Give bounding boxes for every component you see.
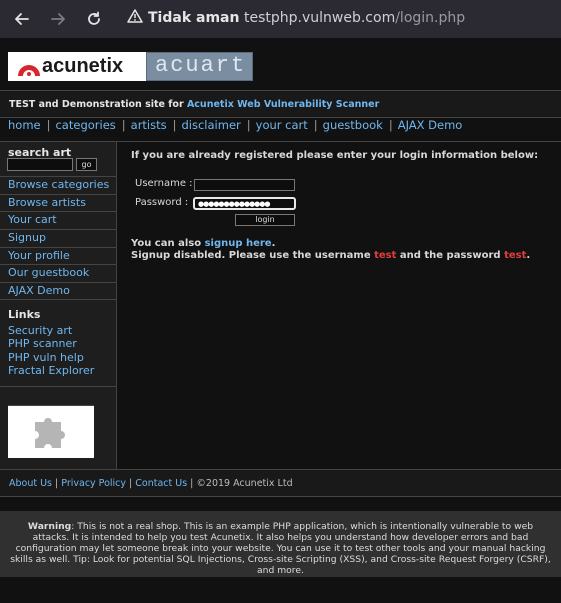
warning-box: Warning: This is not a real shop. This i…	[0, 511, 561, 577]
sidebar-item-signup[interactable]: Signup	[0, 229, 117, 246]
acunetix-logo: acunetix	[8, 52, 146, 81]
footer-about-link[interactable]: About Us	[9, 478, 52, 489]
hint-username: test	[374, 250, 397, 261]
warning-title: Warning	[27, 521, 72, 532]
site-logo[interactable]: acunetix acuart	[8, 52, 253, 81]
arrow-left-icon[interactable]	[13, 10, 31, 28]
signup-line: You can also signup here.	[131, 238, 275, 249]
browser-toolbar: Tidak aman testphp.vulnweb.com/login.php	[0, 0, 561, 38]
url-host: testphp.vulnweb.com	[244, 10, 396, 26]
link-fractal-explorer[interactable]: Fractal Explorer	[8, 364, 94, 377]
url-path: /login.php	[395, 10, 466, 26]
nav-categories[interactable]: categories	[55, 118, 115, 132]
address-bar[interactable]: testphp.vulnweb.com/login.php	[244, 10, 465, 26]
nav-guestbook[interactable]: guestbook	[323, 118, 383, 132]
plugin-placeholder	[8, 405, 94, 458]
signup-text: You can also	[131, 238, 205, 249]
footer-contact-link[interactable]: Contact Us	[135, 478, 187, 489]
signup-link[interactable]: signup here	[205, 238, 272, 249]
nav-your-cart[interactable]: your cart	[256, 118, 308, 132]
note-text: Signup disabled. Please use the username	[131, 250, 375, 261]
acunetix-mark-icon	[18, 65, 40, 76]
page: acunetix acuart TEST and Demonstration s…	[0, 38, 561, 603]
nav-artists[interactable]: artists	[131, 118, 167, 132]
nav-ajax-demo[interactable]: AJAX Demo	[398, 118, 463, 132]
security-indicator[interactable]: Tidak aman	[127, 9, 239, 27]
warning-text: Warning: This is not a real shop. This i…	[10, 521, 551, 576]
sidebar-divider	[0, 386, 117, 387]
search-input[interactable]	[7, 158, 73, 171]
note-text: .	[526, 250, 531, 261]
acuart-logo-text: acuart	[155, 53, 247, 78]
warning-triangle-icon	[127, 9, 143, 27]
sidebar-divider	[0, 299, 117, 300]
acuart-logo: acuart	[146, 52, 253, 81]
acunetix-logo-text: acunetix	[42, 55, 124, 77]
nav-separator: |	[46, 118, 51, 132]
username-label: Username :	[135, 178, 193, 189]
sidebar-item-your-cart[interactable]: Your cart	[0, 211, 117, 228]
password-mask: ●●●●●●●●●●●●●●	[198, 200, 271, 208]
nav-separator: |	[172, 118, 177, 132]
login-button[interactable]: login	[235, 214, 295, 226]
footer-privacy-link[interactable]: Privacy Policy	[61, 478, 126, 489]
sidebar-item-your-profile[interactable]: Your profile	[0, 247, 117, 264]
site-footer: About Us | Privacy Policy | Contact Us |…	[0, 469, 561, 497]
tagline-scanner-link[interactable]: Acunetix Web Vulnerability Scanner	[187, 99, 379, 110]
signup-disabled-note: Signup disabled. Please use the username…	[131, 250, 530, 261]
hint-password: test	[504, 250, 527, 261]
links-title: Links	[8, 308, 41, 321]
reload-icon[interactable]	[85, 10, 103, 28]
login-intro: If you are already registered please ent…	[131, 150, 539, 161]
sidebar-item-our-guestbook[interactable]: Our guestbook	[0, 264, 117, 281]
search-go-button[interactable]: go	[76, 158, 97, 171]
nav-separator: |	[121, 118, 126, 132]
nav-disclaimer[interactable]: disclaimer	[182, 118, 241, 132]
note-text: and the password	[396, 250, 505, 261]
arrow-right-icon[interactable]	[49, 10, 67, 28]
tagline-text: TEST and Demonstration site for	[9, 99, 187, 110]
password-label: Password :	[135, 197, 189, 208]
nav-separator: |	[388, 118, 393, 132]
link-php-vuln-help[interactable]: PHP vuln help	[8, 351, 84, 364]
footer-links: About Us | Privacy Policy | Contact Us |…	[9, 478, 293, 489]
link-php-scanner[interactable]: PHP scanner	[8, 337, 77, 350]
site-tagline-bar: TEST and Demonstration site for Acunetix…	[0, 90, 561, 118]
login-panel: If you are already registered please ent…	[118, 142, 561, 469]
sidebar: search art go Browse categories Browse a…	[0, 142, 117, 469]
nav-separator: |	[313, 118, 318, 132]
password-field[interactable]: ●●●●●●●●●●●●●●	[193, 197, 296, 210]
footer-copyright: ©2019 Acunetix Ltd	[196, 478, 293, 489]
warning-body: : This is not a real shop. This is an ex…	[10, 521, 551, 576]
top-navigation: home | categories | artists | disclaimer | your …	[8, 118, 462, 136]
security-label: Tidak aman	[148, 10, 240, 26]
link-security-art[interactable]: Security art	[8, 324, 72, 337]
nav-home[interactable]: home	[8, 118, 41, 132]
site-tagline: TEST and Demonstration site for Acunetix…	[9, 99, 379, 110]
sidebar-item-ajax-demo[interactable]: AJAX Demo	[0, 282, 117, 299]
nav-separator: |	[246, 118, 251, 132]
puzzle-piece-icon	[35, 418, 65, 448]
signup-period: .	[271, 238, 276, 249]
username-field[interactable]	[194, 179, 295, 191]
sidebar-item-browse-artists[interactable]: Browse artists	[0, 194, 117, 211]
sidebar-item-browse-categories[interactable]: Browse categories	[0, 176, 117, 193]
